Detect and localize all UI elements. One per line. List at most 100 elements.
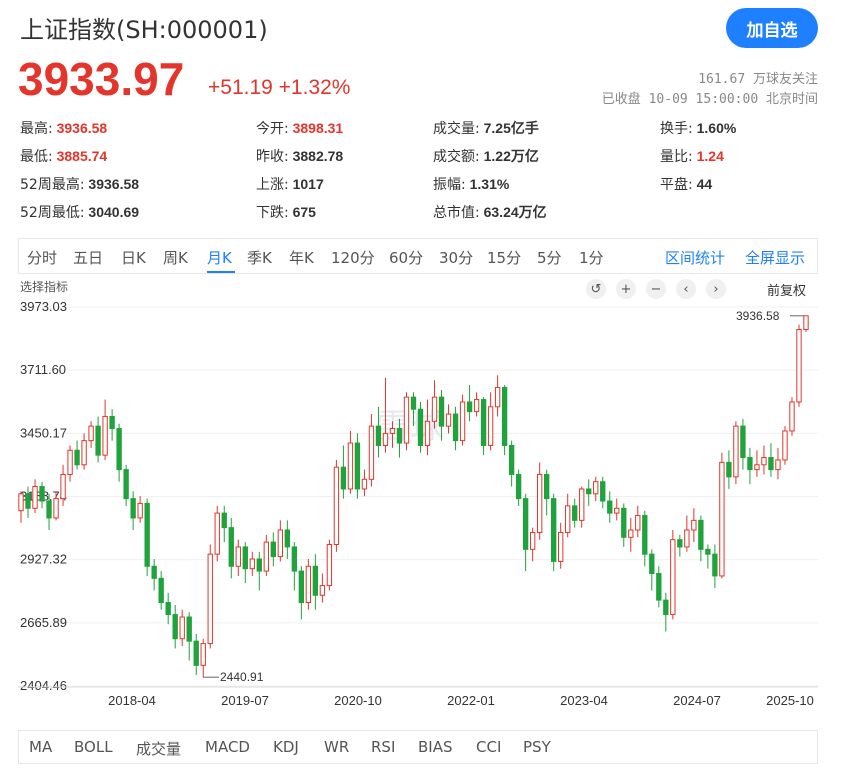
stat-value: 1017 (288, 176, 324, 192)
candle (270, 532, 276, 567)
y-tick-label: 2665.89 (20, 615, 67, 630)
x-tick-label: 2024-07 (673, 693, 721, 708)
candle (249, 551, 255, 576)
stat-value: 44 (692, 176, 713, 192)
tab-period[interactable]: 分时 (27, 247, 57, 268)
x-tick-label: 2020-10 (334, 693, 382, 708)
candle (536, 462, 543, 540)
tab-period[interactable]: 30分 (439, 247, 473, 268)
candle (228, 517, 234, 579)
stat-item: 换手: 1.60% (660, 118, 736, 138)
candle (593, 476, 599, 502)
stat-item: 总市值: 63.24万亿 (433, 202, 547, 222)
indicator-tab[interactable]: WR (324, 738, 349, 756)
tab-period[interactable]: 60分 (389, 247, 423, 268)
indicator-select[interactable]: 选择指标 (20, 278, 68, 295)
indicator-tab[interactable]: CCI (476, 738, 501, 756)
scroll-right-icon[interactable]: › (706, 279, 726, 299)
candle (123, 464, 129, 506)
kline-chart[interactable]: 3973.033711.603450.173188.742927.322665.… (0, 298, 845, 723)
zoom-in-icon[interactable]: + (616, 279, 636, 299)
candle (473, 392, 480, 417)
candle (705, 544, 711, 569)
candle (508, 440, 515, 487)
candle (326, 539, 333, 591)
candle (109, 409, 115, 441)
candle (284, 520, 291, 560)
y-tick-label: 2404.46 (20, 678, 67, 693)
indicator-tab[interactable]: 成交量 (136, 738, 181, 759)
candle (586, 479, 592, 506)
tab-period[interactable]: 年K (289, 247, 314, 268)
candle (579, 486, 585, 528)
candle (754, 450, 760, 477)
tab-period[interactable]: 120分 (331, 247, 375, 268)
stat-item: 昨收: 3882.78 (256, 146, 343, 166)
candle (621, 503, 627, 547)
stat-value: 7.25亿手 (479, 120, 539, 136)
change-value: +51.19 (208, 76, 273, 99)
scroll-left-icon[interactable]: ‹ (676, 279, 696, 299)
change-percent: +1.32% (278, 76, 351, 99)
candle (214, 505, 220, 562)
indicator-tab[interactable]: MACD (205, 738, 250, 756)
candle (95, 416, 101, 463)
zoom-out-icon[interactable]: − (646, 279, 666, 299)
tab-period[interactable]: 日K (121, 247, 146, 268)
tab-period[interactable]: 季K (247, 247, 272, 268)
candle (340, 445, 347, 499)
indicator-tab[interactable]: MA (29, 738, 52, 756)
indicator-tab[interactable]: BOLL (74, 738, 113, 756)
tab-period[interactable]: 1分 (579, 247, 604, 268)
stat-label: 最高: (20, 121, 53, 137)
candle (677, 534, 683, 557)
candle (277, 520, 284, 562)
y-tick-label: 3711.60 (20, 362, 66, 377)
tab-period[interactable]: 月K (207, 247, 232, 268)
stat-item: 量比: 1.24 (660, 146, 724, 166)
add-watchlist-button[interactable]: 加自选 (726, 8, 818, 48)
candle (572, 498, 578, 528)
candle (698, 515, 704, 562)
stat-item: 成交额: 1.22万亿 (433, 146, 539, 166)
x-tick-label: 2019-07 (221, 693, 269, 708)
stat-item: 52周最低: 3040.69 (20, 202, 139, 222)
candle (207, 544, 213, 649)
stat-item: 52周最高: 3936.58 (20, 174, 139, 194)
tab-period[interactable]: 五日 (73, 247, 103, 268)
candle (347, 430, 354, 494)
indicator-tab[interactable]: RSI (371, 738, 395, 756)
tab-period[interactable]: 周K (163, 247, 188, 268)
current-price: 3933.97 (18, 53, 185, 105)
indicator-tab[interactable]: KDJ (273, 738, 299, 756)
adjust-mode[interactable]: 前复权 (767, 280, 806, 299)
candle (179, 609, 185, 647)
candle (670, 530, 676, 620)
candle (151, 559, 157, 591)
tab-period[interactable]: 5分 (537, 247, 562, 268)
candle (726, 450, 732, 489)
stat-item: 振幅: 1.31% (433, 174, 509, 194)
x-tick-label: 2022-01 (447, 693, 495, 708)
candle (501, 385, 508, 456)
stat-value: 3936.58 (52, 120, 108, 136)
candle (600, 476, 606, 509)
candle (719, 452, 725, 579)
candle (417, 401, 424, 453)
stat-label: 上涨: (256, 177, 289, 193)
tab-period[interactable]: 15分 (487, 247, 521, 268)
fullscreen-link[interactable]: 全屏显示 (745, 247, 805, 268)
indicator-tab[interactable]: PSY (523, 738, 551, 756)
stat-item: 今开: 3898.31 (256, 118, 343, 138)
reset-icon[interactable]: ↺ (586, 279, 606, 299)
active-tab-underline (207, 271, 235, 273)
candle (628, 517, 634, 552)
y-tick-label: 3973.03 (20, 299, 67, 314)
candle (487, 392, 494, 451)
range-stats-link[interactable]: 区间统计 (665, 247, 725, 268)
candle (74, 440, 80, 470)
candle (494, 375, 501, 417)
stat-item: 最高: 3936.58 (20, 118, 107, 138)
indicator-tab[interactable]: BIAS (418, 738, 453, 756)
stat-item: 上涨: 1017 (256, 174, 324, 194)
